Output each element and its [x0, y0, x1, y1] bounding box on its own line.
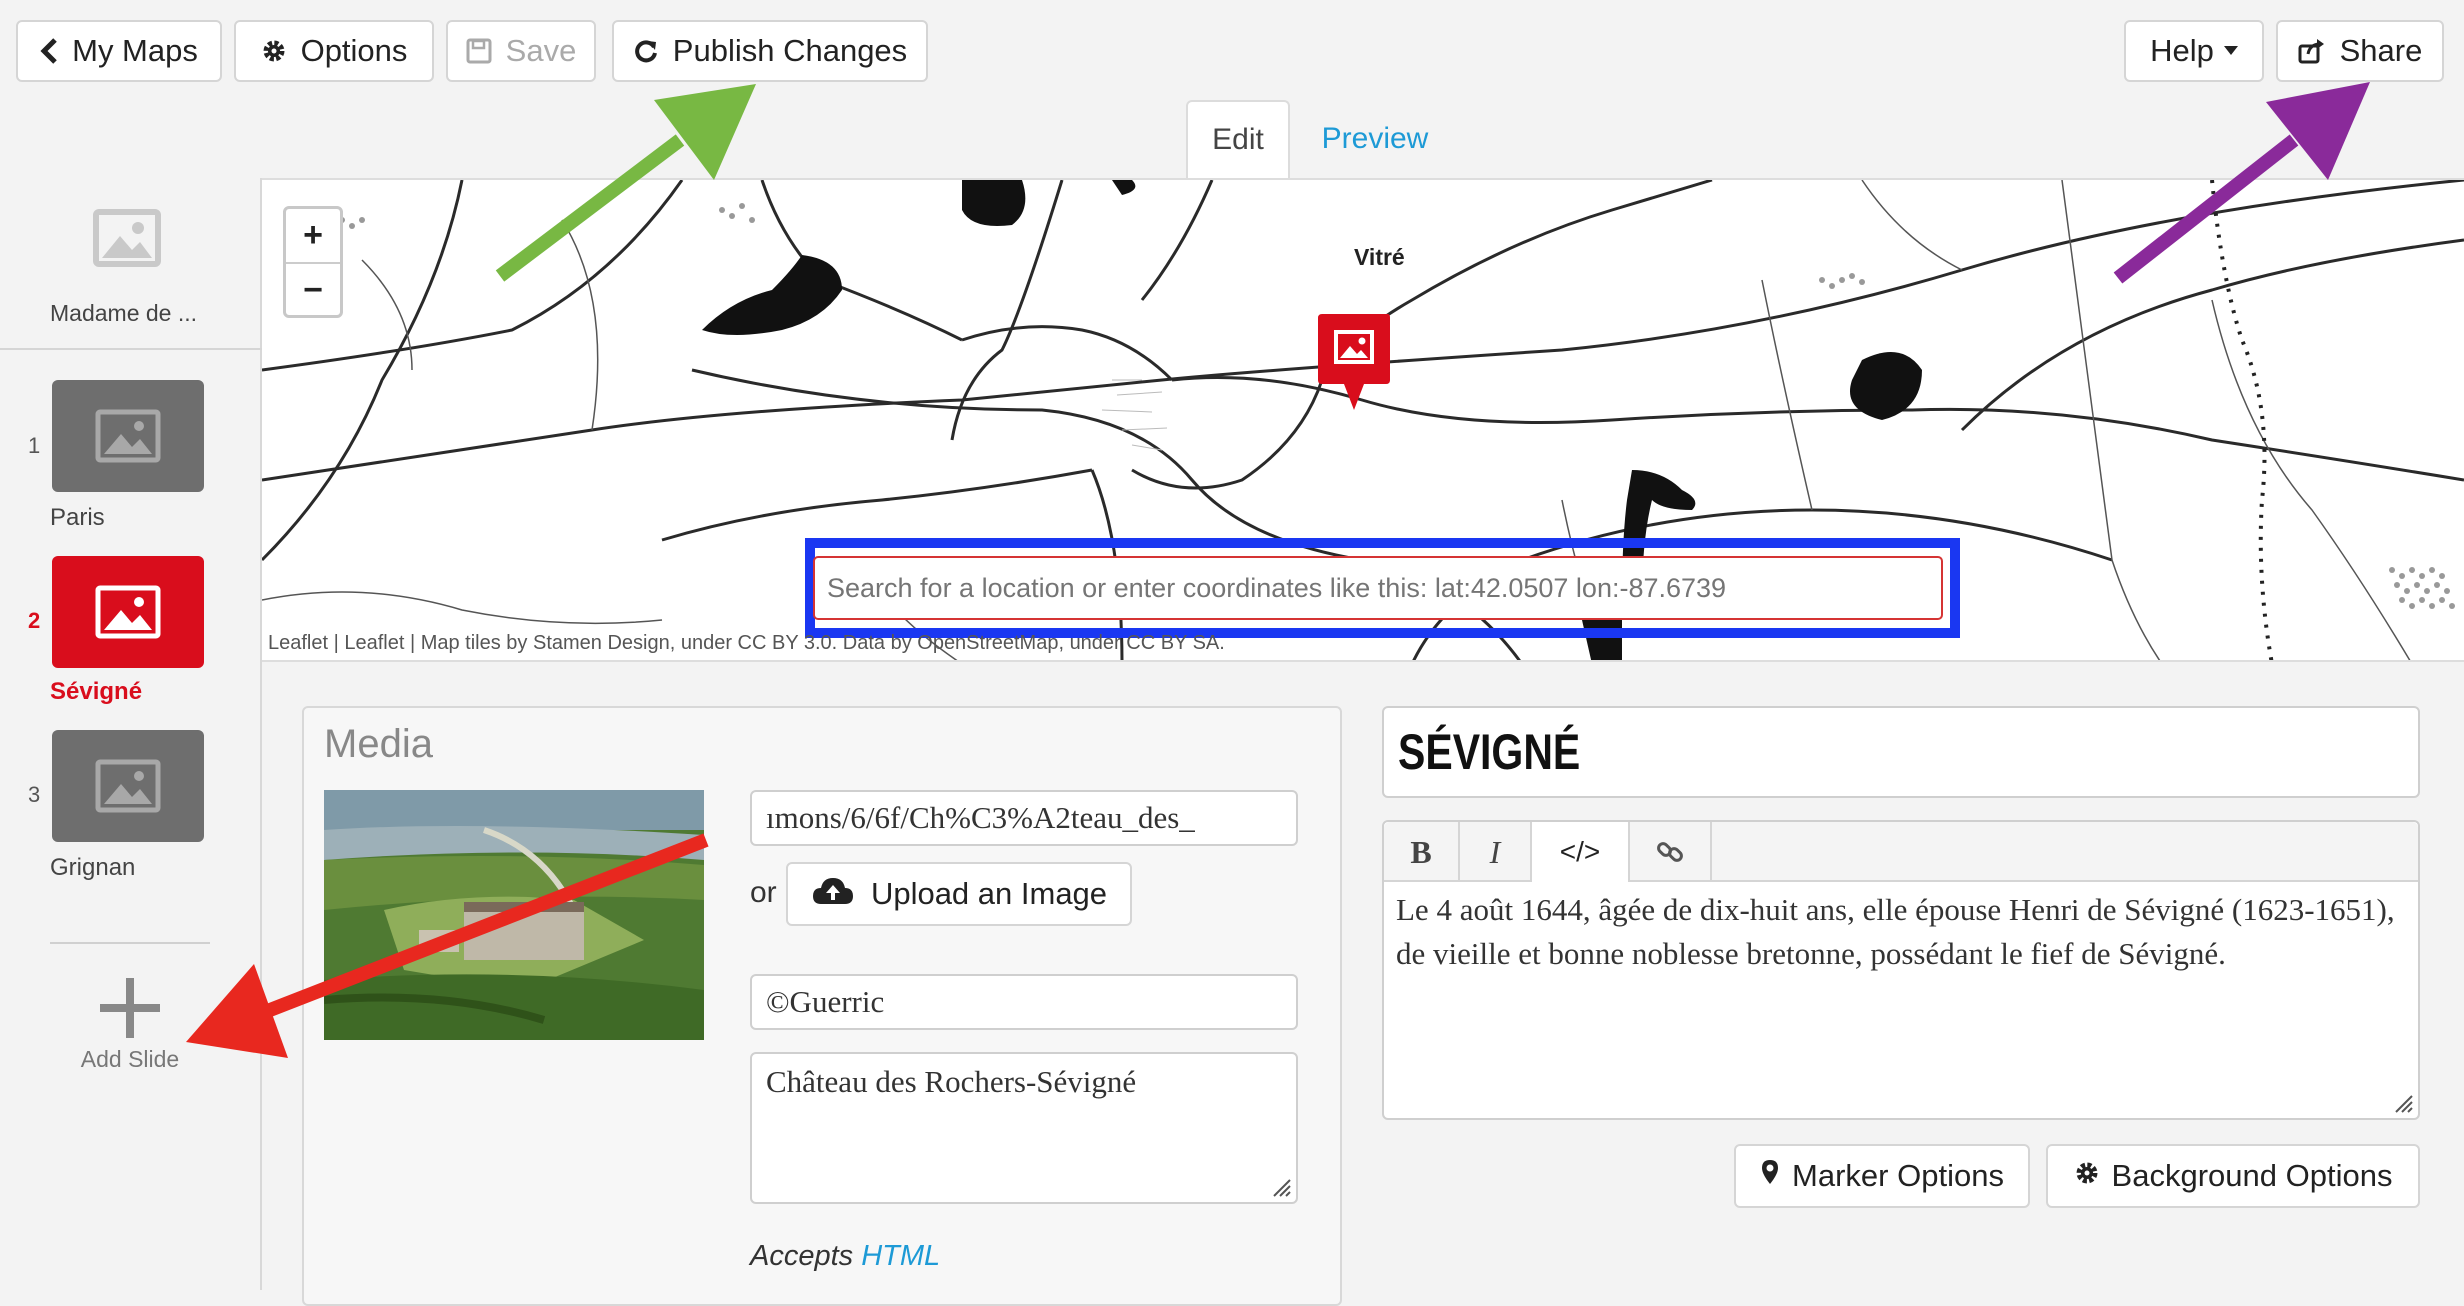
zoom-out-button[interactable]: − [286, 262, 340, 317]
link-button[interactable] [1630, 822, 1712, 882]
slide-number-3: 3 [28, 782, 41, 807]
plus-icon [100, 978, 160, 1038]
tab-edit[interactable]: Edit [1186, 100, 1290, 178]
add-slide-label: Add Slide [80, 1046, 180, 1072]
media-url-value: ımons/6/6f/Ch%C3%A2teau_des_ [766, 800, 1195, 835]
background-options-button[interactable]: Background Options [2046, 1144, 2420, 1208]
slide-sidebar: Madame de ... 1 Paris 2 Sévigné 3 Grigna… [0, 178, 262, 1290]
chateau-photo [324, 790, 704, 1040]
slide-label-sevigne: Sévigné [50, 678, 143, 705]
slide-number-1: 1 [28, 433, 41, 458]
italic-button[interactable]: I [1460, 822, 1532, 882]
media-caption-field[interactable]: Château des Rochers-Sévigné [750, 1052, 1298, 1204]
sidebar-divider [50, 942, 210, 944]
html-link[interactable]: HTML [861, 1240, 940, 1272]
slide-thumbnail-sevigne[interactable] [52, 556, 204, 668]
upload-image-button[interactable]: Upload an Image [786, 862, 1132, 926]
save-button[interactable]: Save [446, 20, 596, 82]
slide-body-text[interactable]: Le 4 août 1644, âgée de dix-huit ans, el… [1396, 888, 2396, 976]
media-heading: Media [324, 722, 433, 766]
background-options-label: Background Options [2111, 1158, 2393, 1193]
options-button[interactable]: Options [234, 20, 434, 82]
image-icon [95, 409, 161, 463]
media-caption-value: Château des Rochers-Sévigné [766, 1064, 1137, 1099]
image-icon [95, 759, 161, 813]
map-town-label: Vitré [1354, 244, 1405, 270]
help-label: Help [2150, 33, 2214, 68]
media-url-field[interactable]: ımons/6/6f/Ch%C3%A2teau_des_ [750, 790, 1298, 846]
location-search-input[interactable] [813, 556, 1943, 620]
caret-down-icon [2223, 46, 2238, 56]
or-label: or [750, 876, 777, 909]
image-icon [93, 209, 161, 267]
tab-edit-label: Edit [1212, 123, 1264, 156]
floppy-disk-icon [466, 38, 492, 64]
marker-options-label: Marker Options [1792, 1158, 2004, 1193]
chevron-left-icon [40, 37, 58, 65]
cloud-upload-icon [811, 874, 855, 914]
image-icon [95, 585, 161, 639]
resize-handle-icon[interactable] [2392, 1092, 2414, 1114]
slide-label-paris: Paris [50, 504, 105, 531]
my-maps-label: My Maps [72, 33, 198, 68]
resize-handle-icon[interactable] [1270, 1176, 1292, 1198]
image-marker-icon [1318, 314, 1390, 410]
bold-button[interactable]: B [1384, 822, 1460, 882]
tab-preview-label: Preview [1321, 122, 1429, 155]
marker-options-button[interactable]: Marker Options [1734, 1144, 2030, 1208]
headline-field[interactable]: SÉVIGNÉ [1382, 706, 2420, 798]
title-slide-label: Madame de ... [50, 300, 198, 326]
save-label: Save [505, 33, 577, 68]
gear-icon [261, 38, 287, 64]
code-view-button[interactable]: </> [1532, 822, 1630, 882]
add-slide-button[interactable]: Add Slide [60, 978, 200, 1078]
share-label: Share [2339, 33, 2423, 68]
upload-image-label: Upload an Image [870, 876, 1108, 911]
publish-changes-label: Publish Changes [672, 33, 908, 68]
headline-value: SÉVIGNÉ [1398, 724, 1581, 780]
tab-preview[interactable]: Preview [1300, 100, 1450, 178]
accepts-html-note: Accepts HTML [750, 1240, 940, 1273]
map-pin-icon [1760, 1158, 1780, 1194]
link-icon [1657, 842, 1683, 862]
share-button[interactable]: Share [2276, 20, 2444, 82]
share-icon [2298, 38, 2326, 64]
gear-icon [2074, 1158, 2100, 1194]
accepts-label: Accepts [750, 1240, 854, 1272]
publish-changes-button[interactable]: Publish Changes [612, 20, 928, 82]
map-attribution: Leaflet | Leaflet | Map tiles by Stamen … [268, 632, 1225, 654]
refresh-icon [633, 38, 659, 64]
sidebar-divider [0, 348, 262, 350]
options-label: Options [300, 33, 408, 68]
help-dropdown[interactable]: Help [2124, 20, 2264, 82]
media-credit-value: ©Guerric [766, 984, 885, 1019]
slide-thumbnail-grignan[interactable] [52, 730, 204, 842]
zoom-in-button[interactable]: + [286, 209, 340, 262]
my-maps-button[interactable]: My Maps [16, 20, 222, 82]
zoom-control: + − [283, 206, 343, 318]
title-slide-thumbnail[interactable] [92, 208, 162, 268]
map-marker[interactable] [1316, 310, 1392, 414]
slide-thumbnail-paris[interactable] [52, 380, 204, 492]
slide-label-grignan: Grignan [50, 854, 136, 881]
slide-number-2: 2 [28, 608, 41, 633]
media-image-preview [324, 790, 704, 1040]
media-credit-field[interactable]: ©Guerric [750, 974, 1298, 1030]
